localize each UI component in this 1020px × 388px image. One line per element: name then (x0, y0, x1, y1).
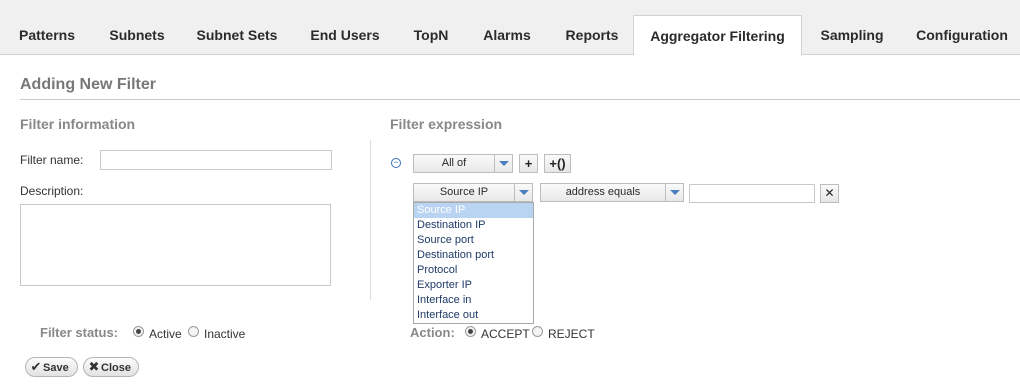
chevron-down-icon (514, 184, 532, 201)
add-group-button[interactable]: +() (544, 154, 571, 173)
action-label: Action: (410, 325, 455, 340)
operator-select-value: address equals (565, 186, 641, 198)
tab-subnet-sets[interactable]: Subnet Sets (186, 15, 288, 55)
check-icon: ✔ (30, 359, 42, 374)
field-select[interactable]: Source IP (413, 183, 533, 202)
save-label: Save (43, 362, 69, 374)
condition-value-input[interactable] (689, 184, 815, 203)
tab-sampling[interactable]: Sampling (810, 15, 894, 55)
tab-end-users[interactable]: End Users (298, 15, 392, 55)
add-condition-button[interactable]: + (519, 154, 538, 173)
tab-alarms[interactable]: Alarms (470, 15, 544, 55)
action-accept-radio[interactable] (465, 326, 476, 337)
tab-configuration[interactable]: Configuration (906, 15, 1018, 55)
group-operator-value: All of (441, 157, 467, 169)
description-textarea[interactable] (20, 204, 331, 286)
status-active-radio[interactable] (133, 326, 144, 337)
close-button[interactable]: ✖ Close (83, 357, 139, 377)
close-label: Close (101, 362, 131, 374)
filter-name-label: Filter name: (20, 153, 84, 167)
dropdown-option[interactable]: Source IP (414, 203, 533, 218)
tab-patterns[interactable]: Patterns (6, 15, 88, 55)
dropdown-option[interactable]: Interface out (414, 308, 533, 323)
status-active-label: Active (149, 327, 182, 341)
operator-select[interactable]: address equals (540, 183, 684, 202)
filter-information-heading: Filter information (20, 116, 136, 132)
status-inactive-radio[interactable] (188, 326, 199, 337)
collapse-group-icon[interactable]: − (391, 158, 401, 168)
remove-condition-icon[interactable]: ✕ (820, 184, 839, 203)
action-accept-label: ACCEPT (481, 327, 530, 341)
chevron-down-icon (494, 155, 512, 172)
dropdown-option[interactable]: Exporter IP (414, 278, 533, 293)
status-inactive-label: Inactive (204, 327, 246, 341)
field-select-value: Source IP (439, 186, 489, 198)
tab-bar: Patterns Subnets Subnet Sets End Users T… (0, 0, 1020, 56)
tab-topn[interactable]: TopN (402, 15, 460, 55)
dropdown-option[interactable]: Protocol (414, 263, 533, 278)
title-divider (20, 99, 1020, 100)
dropdown-option[interactable]: Source port (414, 233, 533, 248)
save-button[interactable]: ✔ Save (25, 357, 78, 377)
action-reject-label: REJECT (548, 327, 595, 341)
tab-aggregator-filtering[interactable]: Aggregator Filtering (633, 15, 802, 56)
description-label: Description: (20, 184, 84, 198)
group-operator-select[interactable]: All of (413, 154, 513, 173)
dropdown-option[interactable]: Interface in (414, 293, 533, 308)
filter-name-input[interactable] (100, 150, 332, 170)
page-title: Adding New Filter (20, 76, 156, 93)
tab-reports[interactable]: Reports (553, 15, 631, 55)
dropdown-option[interactable]: Destination port (414, 248, 533, 263)
tab-subnets[interactable]: Subnets (96, 15, 178, 55)
section-divider (370, 140, 371, 300)
filter-expression-heading: Filter expression (390, 116, 503, 132)
dropdown-option[interactable]: Destination IP (414, 218, 533, 233)
action-reject-radio[interactable] (532, 326, 543, 337)
chevron-down-icon (665, 184, 683, 201)
field-dropdown-list: Source IP Destination IP Source port Des… (413, 202, 534, 324)
close-icon: ✖ (88, 359, 100, 374)
filter-status-label: Filter status: (40, 325, 119, 340)
